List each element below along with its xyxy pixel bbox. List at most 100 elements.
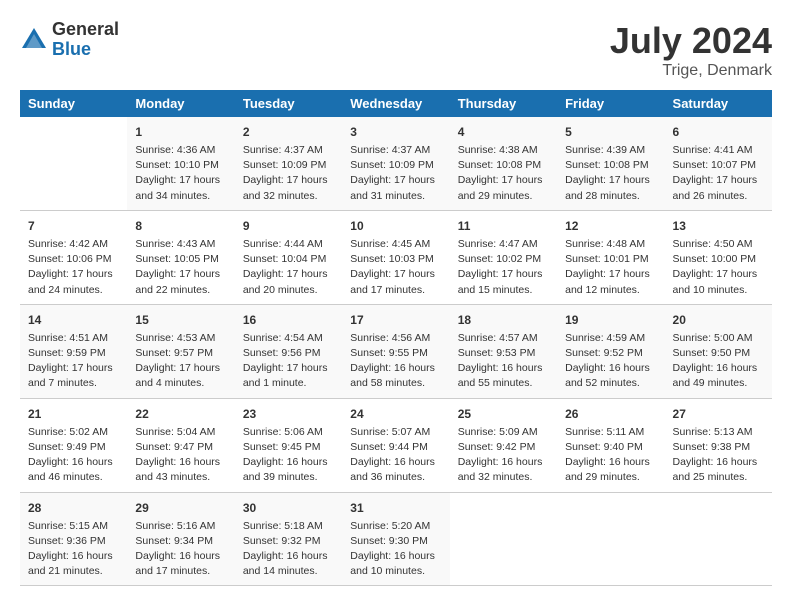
day-info: Sunrise: 5:04 AMSunset: 9:47 PMDaylight:… <box>135 425 226 486</box>
day-number: 11 <box>458 217 549 235</box>
day-info: Sunrise: 4:47 AMSunset: 10:02 PMDaylight… <box>458 237 549 298</box>
calendar-cell <box>557 492 664 586</box>
day-number: 27 <box>673 405 764 423</box>
day-number: 26 <box>565 405 656 423</box>
calendar-cell: 1Sunrise: 4:36 AMSunset: 10:10 PMDayligh… <box>127 117 234 210</box>
day-number: 25 <box>458 405 549 423</box>
calendar-week-row: 1Sunrise: 4:36 AMSunset: 10:10 PMDayligh… <box>20 117 772 210</box>
calendar-cell: 29 Sunrise: 5:16 AMSunset: 9:34 PMDayligh… <box>127 492 234 586</box>
day-info: Sunrise: 4:45 AMSunset: 10:03 PMDaylight… <box>350 237 441 298</box>
calendar-cell: 12 Sunrise: 4:48 AMSunset: 10:01 PMDaylig… <box>557 210 664 304</box>
day-info: Sunrise: 5:07 AMSunset: 9:44 PMDaylight:… <box>350 425 441 486</box>
calendar-cell: 7 Sunrise: 4:42 AMSunset: 10:06 PMDayligh… <box>20 210 127 304</box>
day-info: Sunrise: 5:02 AMSunset: 9:49 PMDaylight:… <box>28 425 119 486</box>
calendar-header-row: SundayMondayTuesdayWednesdayThursdayFrid… <box>20 90 772 117</box>
day-info: Sunrise: 4:41 AMSunset: 10:07 PMDaylight… <box>673 143 764 204</box>
day-number: 14 <box>28 311 119 329</box>
calendar-cell: 21 Sunrise: 5:02 AMSunset: 9:49 PMDayligh… <box>20 398 127 492</box>
calendar-cell: 17 Sunrise: 4:56 AMSunset: 9:55 PMDayligh… <box>342 304 449 398</box>
calendar-cell: 4 Sunrise: 4:38 AMSunset: 10:08 PMDayligh… <box>450 117 557 210</box>
column-header-saturday: Saturday <box>665 90 772 117</box>
calendar-cell: 18Sunrise: 4:57 AMSunset: 9:53 PMDayligh… <box>450 304 557 398</box>
day-info: Sunrise: 5:11 AMSunset: 9:40 PMDaylight:… <box>565 425 656 486</box>
day-number: 12 <box>565 217 656 235</box>
logo-text: General Blue <box>52 20 119 60</box>
day-number: 13 <box>673 217 764 235</box>
day-info: Sunrise: 5:06 AMSunset: 9:45 PMDaylight:… <box>243 425 334 486</box>
day-number: 9 <box>243 217 334 235</box>
calendar-cell: 3 Sunrise: 4:37 AMSunset: 10:09 PMDayligh… <box>342 117 449 210</box>
calendar-cell <box>20 117 127 210</box>
day-number: 24 <box>350 405 441 423</box>
column-header-wednesday: Wednesday <box>342 90 449 117</box>
column-header-thursday: Thursday <box>450 90 557 117</box>
calendar-cell: 9 Sunrise: 4:44 AMSunset: 10:04 PMDayligh… <box>235 210 342 304</box>
day-number: 4 <box>458 123 549 141</box>
day-number: 20 <box>673 311 764 329</box>
day-info: Sunrise: 4:56 AMSunset: 9:55 PMDaylight:… <box>350 331 441 392</box>
day-info: Sunrise: 4:38 AMSunset: 10:08 PMDaylight… <box>458 143 549 204</box>
day-number: 6 <box>673 123 764 141</box>
calendar-week-row: 28 Sunrise: 5:15 AMSunset: 9:36 PMDayligh… <box>20 492 772 586</box>
calendar-cell: 2Sunrise: 4:37 AMSunset: 10:09 PMDayligh… <box>235 117 342 210</box>
calendar-cell: 6 Sunrise: 4:41 AMSunset: 10:07 PMDayligh… <box>665 117 772 210</box>
day-number: 19 <box>565 311 656 329</box>
day-number: 5 <box>565 123 656 141</box>
day-info: Sunrise: 4:37 AMSunset: 10:09 PMDaylight… <box>243 143 334 204</box>
day-info: Sunrise: 5:13 AMSunset: 9:38 PMDaylight:… <box>673 425 764 486</box>
day-number: 17 <box>350 311 441 329</box>
day-info: Sunrise: 4:54 AMSunset: 9:56 PMDaylight:… <box>243 331 334 392</box>
calendar-cell: 27 Sunrise: 5:13 AMSunset: 9:38 PMDayligh… <box>665 398 772 492</box>
logo-icon <box>20 26 48 54</box>
day-info: Sunrise: 4:50 AMSunset: 10:00 PMDaylight… <box>673 237 764 298</box>
day-number: 7 <box>28 217 119 235</box>
calendar-week-row: 14Sunrise: 4:51 AMSunset: 9:59 PMDayligh… <box>20 304 772 398</box>
day-number: 10 <box>350 217 441 235</box>
day-info: Sunrise: 4:42 AMSunset: 10:06 PMDaylight… <box>28 237 119 298</box>
calendar-cell: 11 Sunrise: 4:47 AMSunset: 10:02 PMDaylig… <box>450 210 557 304</box>
day-number: 16 <box>243 311 334 329</box>
day-info: Sunrise: 5:16 AMSunset: 9:34 PMDaylight:… <box>135 519 226 580</box>
column-header-sunday: Sunday <box>20 90 127 117</box>
calendar-cell: 22Sunrise: 5:04 AMSunset: 9:47 PMDayligh… <box>127 398 234 492</box>
calendar-cell <box>450 492 557 586</box>
calendar-cell: 24 Sunrise: 5:07 AMSunset: 9:44 PMDayligh… <box>342 398 449 492</box>
logo-general: General <box>52 20 119 40</box>
calendar-cell: 16 Sunrise: 4:54 AMSunset: 9:56 PMDayligh… <box>235 304 342 398</box>
day-number: 18 <box>458 311 549 329</box>
day-info: Sunrise: 5:20 AMSunset: 9:30 PMDaylight:… <box>350 519 441 580</box>
calendar-cell: 5Sunrise: 4:39 AMSunset: 10:08 PMDayligh… <box>557 117 664 210</box>
calendar-cell <box>665 492 772 586</box>
calendar-cell: 19 Sunrise: 4:59 AMSunset: 9:52 PMDayligh… <box>557 304 664 398</box>
calendar-cell: 15Sunrise: 4:53 AMSunset: 9:57 PMDayligh… <box>127 304 234 398</box>
calendar-cell: 13 Sunrise: 4:50 AMSunset: 10:00 PMDaylig… <box>665 210 772 304</box>
calendar-week-row: 21 Sunrise: 5:02 AMSunset: 9:49 PMDayligh… <box>20 398 772 492</box>
day-number: 3 <box>350 123 441 141</box>
day-number: 30 <box>243 499 334 517</box>
calendar-cell: 20Sunrise: 5:00 AMSunset: 9:50 PMDayligh… <box>665 304 772 398</box>
day-number: 1 <box>135 123 226 141</box>
day-number: 28 <box>28 499 119 517</box>
logo: General Blue <box>20 20 119 60</box>
column-header-tuesday: Tuesday <box>235 90 342 117</box>
day-info: Sunrise: 5:15 AMSunset: 9:36 PMDaylight:… <box>28 519 119 580</box>
calendar-cell: 14Sunrise: 4:51 AMSunset: 9:59 PMDayligh… <box>20 304 127 398</box>
column-header-friday: Friday <box>557 90 664 117</box>
column-header-monday: Monday <box>127 90 234 117</box>
day-info: Sunrise: 4:43 AMSunset: 10:05 PMDaylight… <box>135 237 226 298</box>
calendar-cell: 25 Sunrise: 5:09 AMSunset: 9:42 PMDayligh… <box>450 398 557 492</box>
location: Trige, Denmark <box>610 62 772 80</box>
day-info: Sunrise: 5:18 AMSunset: 9:32 PMDaylight:… <box>243 519 334 580</box>
day-info: Sunrise: 4:53 AMSunset: 9:57 PMDaylight:… <box>135 331 226 392</box>
day-info: Sunrise: 5:09 AMSunset: 9:42 PMDaylight:… <box>458 425 549 486</box>
day-info: Sunrise: 4:48 AMSunset: 10:01 PMDaylight… <box>565 237 656 298</box>
day-info: Sunrise: 4:37 AMSunset: 10:09 PMDaylight… <box>350 143 441 204</box>
calendar-cell: 28 Sunrise: 5:15 AMSunset: 9:36 PMDayligh… <box>20 492 127 586</box>
day-info: Sunrise: 4:59 AMSunset: 9:52 PMDaylight:… <box>565 331 656 392</box>
calendar-week-row: 7 Sunrise: 4:42 AMSunset: 10:06 PMDayligh… <box>20 210 772 304</box>
day-number: 29 <box>135 499 226 517</box>
month-title: July 2024 <box>610 20 772 62</box>
day-number: 21 <box>28 405 119 423</box>
day-info: Sunrise: 4:44 AMSunset: 10:04 PMDaylight… <box>243 237 334 298</box>
calendar-cell: 30 Sunrise: 5:18 AMSunset: 9:32 PMDayligh… <box>235 492 342 586</box>
